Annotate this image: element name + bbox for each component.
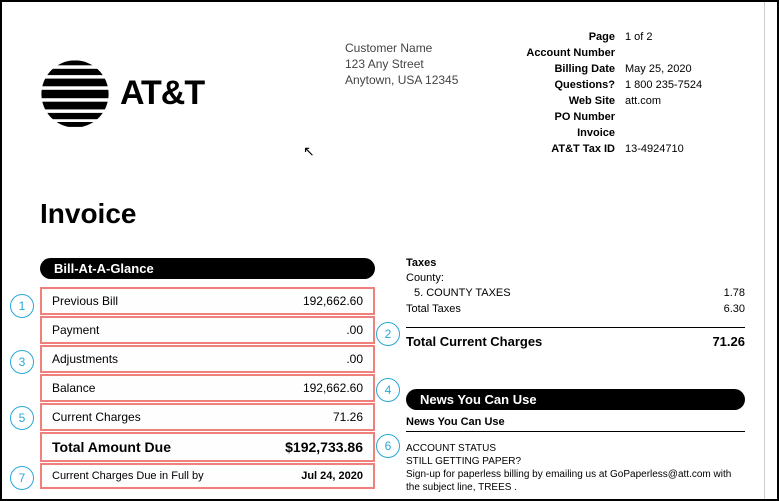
meta-invoice-label: Invoice: [525, 126, 625, 142]
customer-name: Customer Name: [345, 40, 458, 56]
annotation-3: 3: [10, 350, 34, 374]
taxes-line-label: 5. COUNTY TAXES: [406, 286, 511, 301]
att-globe-icon: [40, 59, 110, 129]
taxes-total-value: 6.30: [724, 302, 745, 317]
meta-account-value: [625, 46, 725, 62]
meta-website-value: att.com: [625, 94, 725, 110]
invoice-meta: Page1 of 2 Account Number Billing DateMa…: [525, 30, 725, 158]
row-previous-bill: Previous Bill 192,662.60: [40, 287, 375, 315]
taxes-header: Taxes: [406, 256, 745, 271]
att-logo-text: AT&T: [120, 74, 204, 113]
news-status-2: STILL GETTING PAPER?: [406, 455, 745, 468]
row-due-by: Current Charges Due in Full by Jul 24, 20…: [40, 463, 375, 489]
total-current-charges-label: Total Current Charges: [406, 334, 542, 349]
mouse-cursor-icon: ↖: [303, 143, 315, 160]
due-by-label: Current Charges Due in Full by: [52, 470, 204, 482]
annotation-5: 5: [10, 406, 34, 430]
total-due-label: Total Amount Due: [52, 439, 171, 455]
news-status-1: ACCOUNT STATUS: [406, 442, 745, 455]
meta-taxid-label: AT&T Tax ID: [525, 142, 625, 158]
customer-city: Anytown, USA 12345: [345, 72, 458, 88]
news-subheader: News You Can Use: [406, 416, 745, 432]
total-current-charges: Total Current Charges 71.26: [406, 327, 745, 349]
adjustments-value: .00: [346, 352, 363, 366]
balance-label: Balance: [52, 381, 95, 395]
meta-po-label: PO Number: [525, 110, 625, 126]
news-header: News You Can Use: [406, 389, 745, 410]
right-column: Taxes County: 5. COUNTY TAXES 1.78 Total …: [406, 250, 745, 501]
previous-bill-value: 192,662.60: [303, 294, 363, 308]
document-viewport[interactable]: AT&T Customer Name 123 Any Street Anytow…: [0, 0, 765, 501]
current-charges-value: 71.26: [333, 410, 363, 424]
customer-street: 123 Any Street: [345, 56, 458, 72]
att-logo-block: AT&T: [40, 30, 204, 158]
invoice-header: AT&T Customer Name 123 Any Street Anytow…: [0, 10, 765, 168]
meta-account-label: Account Number: [525, 46, 625, 62]
annotation-4: 4: [376, 378, 400, 402]
annotation-6: 6: [376, 434, 400, 458]
meta-page-label: Page: [525, 30, 625, 46]
previous-bill-label: Previous Bill: [52, 294, 118, 308]
meta-po-value: [625, 110, 725, 126]
annotation-2: 2: [376, 322, 400, 346]
invoice-document: AT&T Customer Name 123 Any Street Anytow…: [0, 0, 765, 501]
meta-website-label: Web Site: [525, 94, 625, 110]
meta-questions-label: Questions?: [525, 78, 625, 94]
total-due-value: $192,733.86: [285, 439, 363, 455]
balance-value: 192,662.60: [303, 381, 363, 395]
row-payment: Payment .00: [40, 316, 375, 344]
left-column: Bill-At-A-Glance 1 Previous Bill 192,662.…: [6, 250, 386, 501]
news-signup: Sign-up for paperless billing by emailin…: [406, 468, 745, 494]
news-body: ACCOUNT STATUS STILL GETTING PAPER? Sign…: [406, 442, 745, 501]
meta-taxid-value: 13-4924710: [625, 142, 725, 158]
meta-billingdate-value: May 25, 2020: [625, 62, 725, 78]
row-total-amount-due: Total Amount Due $192,733.86: [40, 432, 375, 462]
current-charges-label: Current Charges: [52, 410, 141, 424]
bill-at-a-glance-header: Bill-At-A-Glance: [40, 258, 375, 279]
payment-value: .00: [346, 323, 363, 337]
meta-page-value: 1 of 2: [625, 30, 725, 46]
meta-invoice-value: [625, 126, 725, 142]
total-current-charges-value: 71.26: [712, 334, 745, 349]
due-by-value: Jul 24, 2020: [301, 470, 363, 482]
taxes-line-value: 1.78: [724, 286, 745, 301]
row-balance: Balance 192,662.60: [40, 374, 375, 402]
customer-address: Customer Name 123 Any Street Anytown, US…: [345, 40, 458, 89]
meta-questions-value: 1 800 235-7524: [625, 78, 725, 94]
payment-label: Payment: [52, 323, 99, 337]
taxes-total-label: Total Taxes: [406, 302, 461, 317]
annotation-1: 1: [10, 294, 34, 318]
taxes-block: Taxes County: 5. COUNTY TAXES 1.78 Total …: [406, 256, 745, 318]
taxes-county-label: County:: [406, 271, 745, 286]
row-current-charges: Current Charges 71.26: [40, 403, 375, 431]
row-adjustments: Adjustments .00: [40, 345, 375, 373]
annotation-7: 7: [10, 466, 34, 490]
meta-billingdate-label: Billing Date: [525, 62, 625, 78]
invoice-title: Invoice: [40, 198, 765, 230]
adjustments-label: Adjustments: [52, 352, 118, 366]
